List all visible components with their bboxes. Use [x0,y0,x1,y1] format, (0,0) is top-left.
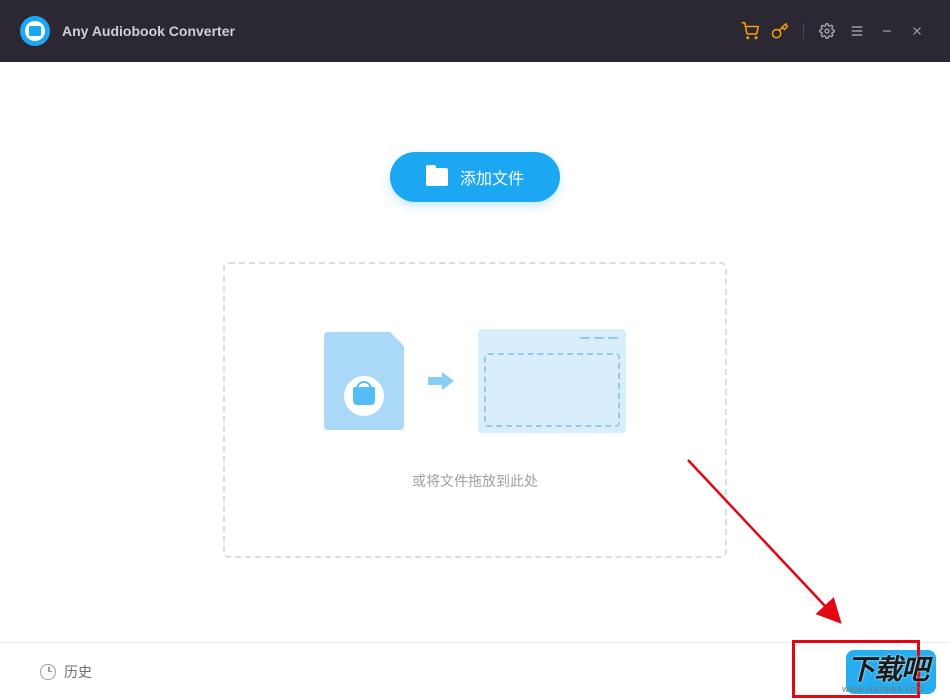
titlebar-separator [803,23,804,39]
history-link[interactable]: 历史 [40,662,92,682]
app-title: Any Audiobook Converter [62,23,235,39]
arrow-right-icon [428,372,454,390]
dropzone[interactable]: 或将文件拖放到此处 [223,262,727,558]
audiobook-file-icon [324,332,404,430]
app-logo [20,16,50,46]
convert-button[interactable] [846,650,936,694]
dropzone-text: 或将文件拖放到此处 [412,471,538,491]
titlebar: Any Audiobook Converter [0,0,950,62]
footer: 历史 [0,642,950,700]
folder-icon [426,168,448,186]
app-window-icon [478,329,626,433]
clock-icon [40,664,56,680]
menu-icon[interactable] [842,16,872,46]
add-file-button[interactable]: 添加文件 [390,152,560,202]
key-icon[interactable] [765,16,795,46]
cart-icon[interactable] [735,16,765,46]
add-file-label: 添加文件 [460,165,524,189]
dropzone-graphic [324,329,626,433]
gear-icon[interactable] [812,16,842,46]
history-label: 历史 [64,662,92,682]
app-window: Any Audiobook Converter 添加文件 [0,0,950,700]
close-icon[interactable] [902,16,932,46]
minimize-icon[interactable] [872,16,902,46]
main-area: 添加文件 或将文件拖放到此处 [0,62,950,642]
